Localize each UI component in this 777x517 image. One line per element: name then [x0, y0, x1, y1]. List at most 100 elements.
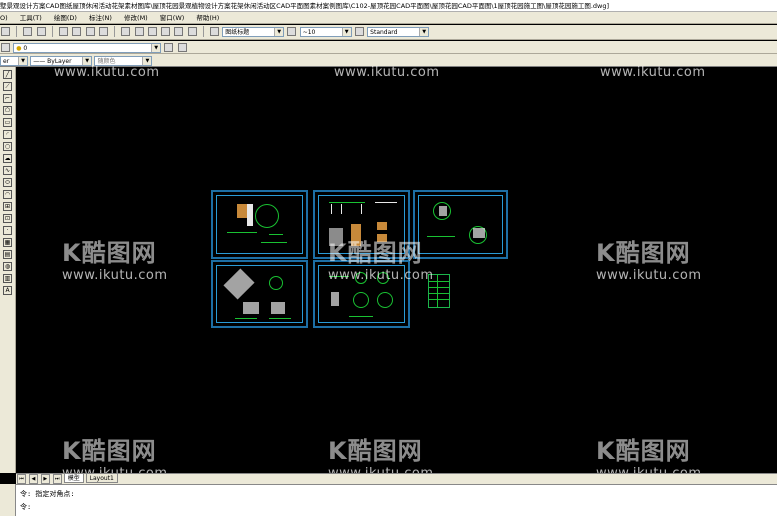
sheet-set-icon[interactable]	[161, 27, 171, 36]
insert-block-icon[interactable]: ⊞	[3, 202, 12, 211]
menu-item-draw[interactable]: 绘图(D)	[54, 12, 77, 23]
dim-value: ~10	[302, 29, 316, 36]
text-style-select[interactable]: 图纸标题 ▼	[222, 27, 285, 37]
polyline-icon[interactable]: ⌐	[3, 94, 12, 103]
menu-item-modify[interactable]: 修改(M)	[124, 12, 148, 23]
window-title: 墅景观设计方案CAD图纸屋顶休闲活动花架素材图库\屋顶花园景观植物设计方案花架休…	[0, 2, 610, 10]
menu-item-tools[interactable]: 工具(T)	[20, 12, 42, 23]
chevron-down-icon: ▼	[142, 57, 152, 65]
zoom-previous-icon[interactable]	[98, 27, 108, 36]
table-line	[437, 275, 438, 307]
drawing-canvas[interactable]: www.ikutu.com www.ikutu.com www.ikutu.co…	[16, 65, 777, 481]
plan-element	[247, 204, 253, 226]
menu-item-help[interactable]: 帮助(H)	[196, 12, 219, 23]
color-value: er	[3, 58, 10, 65]
hatch-icon[interactable]: ▦	[3, 238, 12, 247]
layer-value: 0	[23, 45, 28, 52]
plan-element	[377, 292, 393, 308]
plan-element	[353, 292, 369, 308]
linetype-value: ByLayer	[47, 58, 72, 65]
ellipse-arc-icon[interactable]: ◠	[3, 190, 12, 199]
plan-element	[329, 202, 365, 203]
layer-select[interactable]: ● 0 ▼	[13, 43, 162, 53]
make-block-icon[interactable]: ⊡	[3, 214, 12, 223]
menu-item-dimension[interactable]: 标注(N)	[89, 12, 112, 23]
plan-element	[237, 204, 247, 218]
calculator-icon[interactable]	[187, 27, 197, 36]
plan-element	[361, 204, 362, 214]
watermark-url: www.ikutu.com	[328, 268, 434, 283]
watermark: www.ikutu.com	[334, 65, 440, 80]
design-center-icon[interactable]	[134, 27, 144, 36]
dim-style-select[interactable]: Standard ▼	[367, 27, 430, 37]
command-prompt[interactable]: 令:	[20, 502, 31, 512]
zoom-window-icon[interactable]	[85, 27, 95, 36]
plan-element	[341, 204, 342, 214]
toolbar-separator	[16, 26, 18, 37]
first-tab-icon[interactable]: ⏮	[17, 474, 26, 484]
spline-icon[interactable]: ∿	[3, 166, 12, 175]
menu-item-format[interactable]: O)	[0, 12, 8, 23]
markup-icon[interactable]	[174, 27, 184, 36]
draw-toolbar: ╱ ⟋ ⌐ ⬠ ▭ ◜ ○ ☁ ∿ ⬭ ◠ ⊞ ⊡ · ▦ ▤ ◍ ▥ A	[0, 67, 16, 473]
layer-previous-icon[interactable]	[177, 43, 187, 52]
plan-element	[269, 318, 291, 319]
tab-layout1[interactable]: Layout1	[85, 474, 118, 483]
gradient-icon[interactable]: ▤	[3, 250, 12, 259]
circle-icon[interactable]: ○	[3, 142, 12, 151]
command-history-line: 令: 指定对角点:	[20, 490, 75, 498]
point-icon[interactable]: ·	[3, 226, 12, 235]
plan-element	[243, 302, 259, 314]
make-current-layer-icon[interactable]	[164, 43, 174, 52]
text-style-icon[interactable]	[209, 27, 219, 36]
line-icon[interactable]: ╱	[3, 70, 12, 79]
polygon-icon[interactable]: ⬠	[3, 106, 12, 115]
watermark: K酷图网www.ikutu.com	[596, 233, 702, 283]
dim-value-select[interactable]: ~10 ▼	[299, 27, 352, 37]
table-icon[interactable]: ▥	[3, 274, 12, 283]
undo-icon[interactable]	[23, 27, 33, 36]
plan-element	[439, 206, 447, 216]
table-line	[429, 293, 449, 294]
revision-cloud-icon[interactable]: ☁	[3, 154, 12, 163]
matchprop-icon[interactable]	[1, 27, 10, 36]
watermark: www.ikutu.com	[54, 65, 160, 80]
chevron-down-icon: ▼	[274, 28, 284, 36]
plan-element	[473, 228, 485, 238]
toolbar-separator	[114, 26, 116, 37]
color-select[interactable]: er ▼	[0, 56, 28, 66]
toolbar-separator	[51, 26, 53, 37]
zoom-realtime-icon[interactable]	[72, 27, 82, 36]
redo-icon[interactable]	[36, 27, 46, 36]
layer-manager-icon[interactable]	[1, 43, 10, 52]
table-style-icon[interactable]	[354, 27, 364, 36]
plan-element	[349, 316, 373, 317]
construction-line-icon[interactable]: ⟋	[3, 82, 12, 91]
prev-tab-icon[interactable]: ◀	[28, 474, 38, 484]
watermark: K酷图网www.ikutu.com	[62, 233, 168, 283]
ellipse-icon[interactable]: ⬭	[3, 178, 12, 187]
arc-icon[interactable]: ◜	[3, 130, 12, 139]
drawing-sheet	[211, 260, 308, 328]
command-window-grip[interactable]	[0, 484, 16, 516]
pan-icon[interactable]	[59, 27, 69, 36]
tool-palette-icon[interactable]	[147, 27, 157, 36]
multiline-text-icon[interactable]: A	[3, 286, 12, 295]
rectangle-icon[interactable]: ▭	[3, 118, 12, 127]
watermark-logo: K酷图网	[328, 239, 423, 267]
watermark-url: www.ikutu.com	[600, 65, 706, 80]
tab-model[interactable]: 模型	[63, 474, 84, 483]
plan-element	[235, 318, 257, 319]
layers-toolbar: ● 0 ▼	[0, 41, 777, 54]
plan-element	[255, 204, 279, 228]
region-icon[interactable]: ◍	[3, 262, 12, 271]
toolbar-separator	[202, 26, 204, 37]
command-line[interactable]: 令: 指定对角点: 令:	[0, 484, 777, 517]
dim-style-icon[interactable]	[287, 27, 297, 36]
plan-element	[331, 292, 339, 306]
last-tab-icon[interactable]: ⏭	[52, 474, 62, 484]
next-tab-icon[interactable]: ▶	[40, 474, 50, 484]
chevron-down-icon: ▼	[419, 28, 429, 36]
menu-item-window[interactable]: 窗口(W)	[160, 12, 185, 23]
properties-icon[interactable]	[121, 27, 131, 36]
